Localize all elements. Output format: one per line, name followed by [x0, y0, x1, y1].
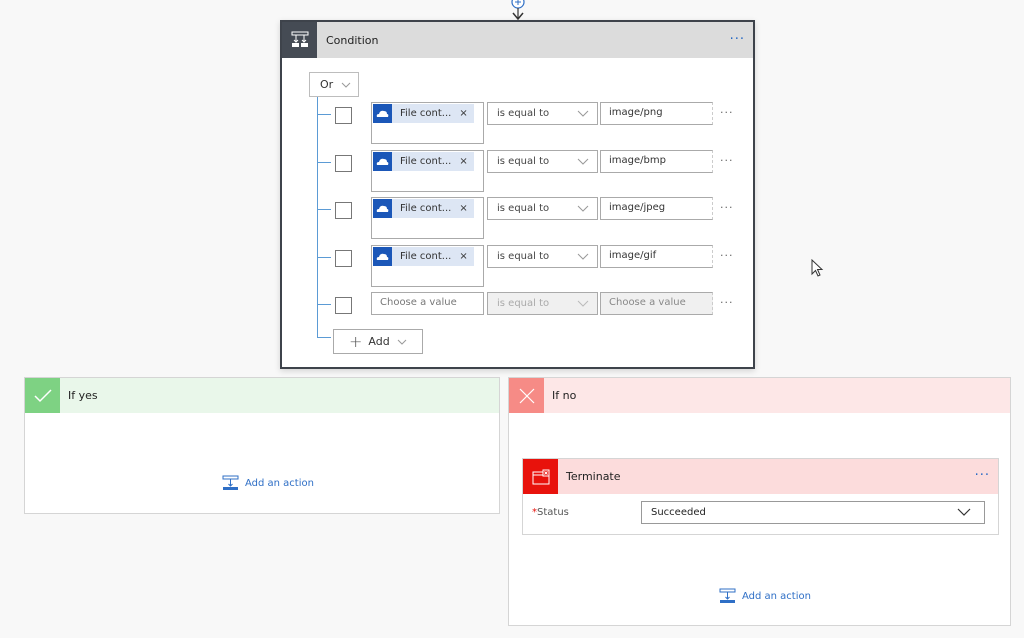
row-checkbox[interactable]: [335, 297, 352, 314]
left-value-placeholder: Choose a value: [380, 297, 457, 308]
close-icon: [509, 378, 544, 413]
if-yes-title: If yes: [68, 389, 98, 402]
dynamic-content-token[interactable]: File cont... ×: [373, 199, 474, 218]
left-value-field[interactable]: Choose a value: [371, 292, 484, 315]
onedrive-cloud-icon: [373, 152, 392, 171]
remove-token-button[interactable]: ×: [459, 251, 467, 262]
right-value-field[interactable]: image/bmp: [600, 150, 713, 173]
operator-label: is equal to: [497, 108, 550, 119]
row-more-button[interactable]: ···: [720, 201, 734, 214]
row-checkbox[interactable]: [335, 250, 352, 267]
operator-dropdown[interactable]: is equal to: [487, 197, 598, 220]
add-action-button[interactable]: Add an action: [222, 475, 314, 491]
add-action-icon: [222, 475, 239, 490]
right-value-field[interactable]: Choose a value: [600, 292, 713, 315]
remove-token-button[interactable]: ×: [459, 203, 467, 214]
operator-dropdown[interactable]: is equal to: [487, 150, 598, 173]
right-value-field[interactable]: image/jpeg: [600, 197, 713, 220]
condition-row: File cont... × is equal to image/png ···: [282, 102, 753, 147]
status-dropdown[interactable]: Succeeded: [641, 501, 985, 524]
if-no-title: If no: [552, 389, 577, 402]
token-label: File cont...: [400, 108, 452, 119]
onedrive-cloud-icon: [373, 104, 392, 123]
mouse-pointer-icon: [811, 259, 824, 277]
condition-card: Condition ··· Or File cont... × is equal…: [280, 20, 755, 369]
row-checkbox[interactable]: [335, 155, 352, 172]
terminate-action-card: Terminate ··· *Status Succeeded: [522, 458, 999, 535]
operator-label: is equal to: [497, 203, 550, 214]
add-label: Add: [368, 335, 390, 348]
add-row-button[interactable]: + Add: [333, 329, 423, 354]
token-label: File cont...: [400, 251, 452, 262]
operator-label: is equal to: [497, 156, 550, 167]
condition-row: File cont... × is equal to image/gif ···: [282, 245, 753, 290]
chevron-down-icon: [577, 253, 589, 260]
group-operator-label: Or: [320, 78, 334, 91]
remove-token-button[interactable]: ×: [459, 108, 467, 119]
row-more-button[interactable]: ···: [720, 154, 734, 167]
chevron-down-icon: [577, 205, 589, 212]
if-no-header[interactable]: If no: [509, 378, 1010, 413]
check-icon: [25, 378, 60, 413]
operator-label: is equal to: [497, 298, 550, 309]
chevron-down-icon: [577, 110, 589, 117]
if-yes-branch: If yes Add an action: [24, 377, 500, 514]
connector-arrow-icon: [511, 0, 525, 20]
onedrive-cloud-icon: [373, 199, 392, 218]
row-checkbox[interactable]: [335, 202, 352, 219]
chevron-down-icon: [341, 82, 351, 88]
if-yes-header[interactable]: If yes: [25, 378, 499, 413]
add-action-button[interactable]: Add an action: [719, 588, 811, 604]
right-value-placeholder: Choose a value: [609, 297, 686, 308]
status-label: *Status: [532, 507, 569, 518]
condition-more-button[interactable]: ···: [730, 32, 745, 47]
token-label: File cont...: [400, 203, 452, 214]
add-action-icon: [719, 588, 736, 603]
row-more-button[interactable]: ···: [720, 249, 734, 262]
chevron-down-icon: [957, 508, 971, 516]
remove-token-button[interactable]: ×: [459, 156, 467, 167]
status-label-text: Status: [537, 507, 569, 518]
left-value-field[interactable]: File cont... ×: [371, 245, 484, 287]
add-action-label: Add an action: [742, 590, 811, 602]
terminate-title: Terminate: [566, 470, 621, 483]
right-value-field[interactable]: image/png: [600, 102, 713, 125]
left-value-field[interactable]: File cont... ×: [371, 102, 484, 144]
tree-branch: [317, 337, 331, 338]
row-checkbox[interactable]: [335, 107, 352, 124]
condition-title: Condition: [326, 33, 379, 47]
right-value-field[interactable]: image/gif: [600, 245, 713, 268]
add-action-label: Add an action: [245, 477, 314, 489]
condition-header[interactable]: Condition ···: [282, 22, 753, 58]
plus-icon: +: [349, 332, 363, 351]
chevron-down-icon: [577, 158, 589, 165]
operator-dropdown[interactable]: is equal to: [487, 245, 598, 268]
left-value-field[interactable]: File cont... ×: [371, 150, 484, 192]
dynamic-content-token[interactable]: File cont... ×: [373, 247, 474, 266]
chevron-down-icon: [397, 339, 407, 345]
terminate-icon: [523, 459, 558, 494]
terminate-header[interactable]: Terminate ···: [523, 459, 998, 494]
dynamic-content-token[interactable]: File cont... ×: [373, 104, 474, 123]
row-more-button[interactable]: ···: [720, 106, 734, 119]
chevron-down-icon: [577, 300, 589, 307]
left-value-field[interactable]: File cont... ×: [371, 197, 484, 239]
condition-row: File cont... × is equal to image/bmp ···: [282, 150, 753, 195]
status-value: Succeeded: [651, 507, 706, 518]
condition-row: File cont... × is equal to image/jpeg ··…: [282, 197, 753, 242]
dynamic-content-token[interactable]: File cont... ×: [373, 152, 474, 171]
operator-label: is equal to: [497, 251, 550, 262]
row-more-button[interactable]: ···: [720, 296, 734, 309]
operator-dropdown[interactable]: is equal to: [487, 292, 598, 315]
operator-dropdown[interactable]: is equal to: [487, 102, 598, 125]
group-operator-dropdown[interactable]: Or: [309, 72, 359, 97]
onedrive-cloud-icon: [373, 247, 392, 266]
if-no-branch: If no Terminate ··· *Status Succeeded Ad…: [508, 377, 1011, 626]
condition-icon: [282, 22, 317, 58]
token-label: File cont...: [400, 156, 452, 167]
terminate-more-button[interactable]: ···: [975, 468, 990, 483]
